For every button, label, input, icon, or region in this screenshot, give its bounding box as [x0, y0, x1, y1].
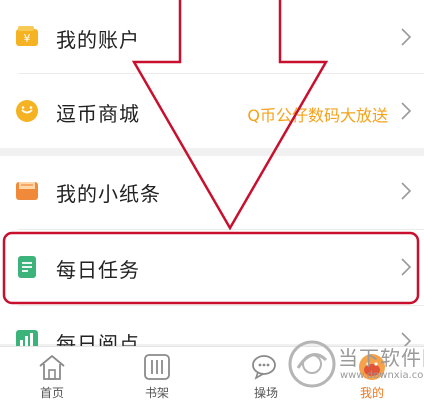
row-divider [18, 229, 424, 230]
tab-home[interactable]: 首页 [22, 347, 82, 400]
row-divider [18, 305, 424, 306]
home-icon [39, 354, 65, 380]
mail-icon [16, 182, 38, 200]
watermark-logo-icon [288, 340, 336, 388]
menu-group-activity: 我的小纸条 每日任务 每日阅点 [0, 156, 424, 356]
menu-item-my-notes[interactable]: 我的小纸条 [0, 156, 424, 230]
svg-text:¥: ¥ [24, 32, 31, 45]
chevron-right-icon [401, 102, 412, 120]
menu-item-my-account[interactable]: ¥ 我的账户 [0, 0, 424, 74]
bookshelf-icon [144, 354, 170, 380]
chevron-right-icon [401, 182, 412, 200]
tab-home-label: 首页 [39, 386, 64, 400]
coin-mall-promo: Q币公仔数码大放送 [247, 106, 388, 125]
profile-page: ¥ 我的账户 逗币商城 Q币公仔数码大放送 我的小纸条 每日任务 每日阅点 首页… [0, 0, 424, 400]
chevron-right-icon [401, 28, 412, 46]
menu-item-daily-tasks[interactable]: 每日任务 [0, 232, 424, 306]
task-list-icon [18, 256, 36, 278]
watermark-url: www.downxia.com [340, 370, 424, 381]
menu-group-account: ¥ 我的账户 逗币商城 Q币公仔数码大放送 [0, 0, 424, 148]
wallet-icon: ¥ [16, 26, 38, 46]
tab-bookshelf[interactable]: 书架 [127, 347, 187, 400]
coin-icon [16, 100, 38, 122]
chevron-right-icon [401, 258, 412, 276]
tab-bookshelf-label: 书架 [144, 386, 169, 400]
menu-item-coin-mall[interactable]: 逗币商城 Q币公仔数码大放送 [0, 74, 424, 148]
watermark: 当下软件园 www.downxia.com [286, 334, 424, 394]
watermark-text: 当下软件园 [338, 346, 424, 370]
chat-icon [252, 355, 276, 380]
my-account-label: 我的账户 [56, 28, 140, 52]
coin-mall-label: 逗币商城 [56, 102, 140, 126]
my-notes-label: 我的小纸条 [56, 182, 161, 206]
daily-tasks-label: 每日任务 [56, 258, 140, 282]
